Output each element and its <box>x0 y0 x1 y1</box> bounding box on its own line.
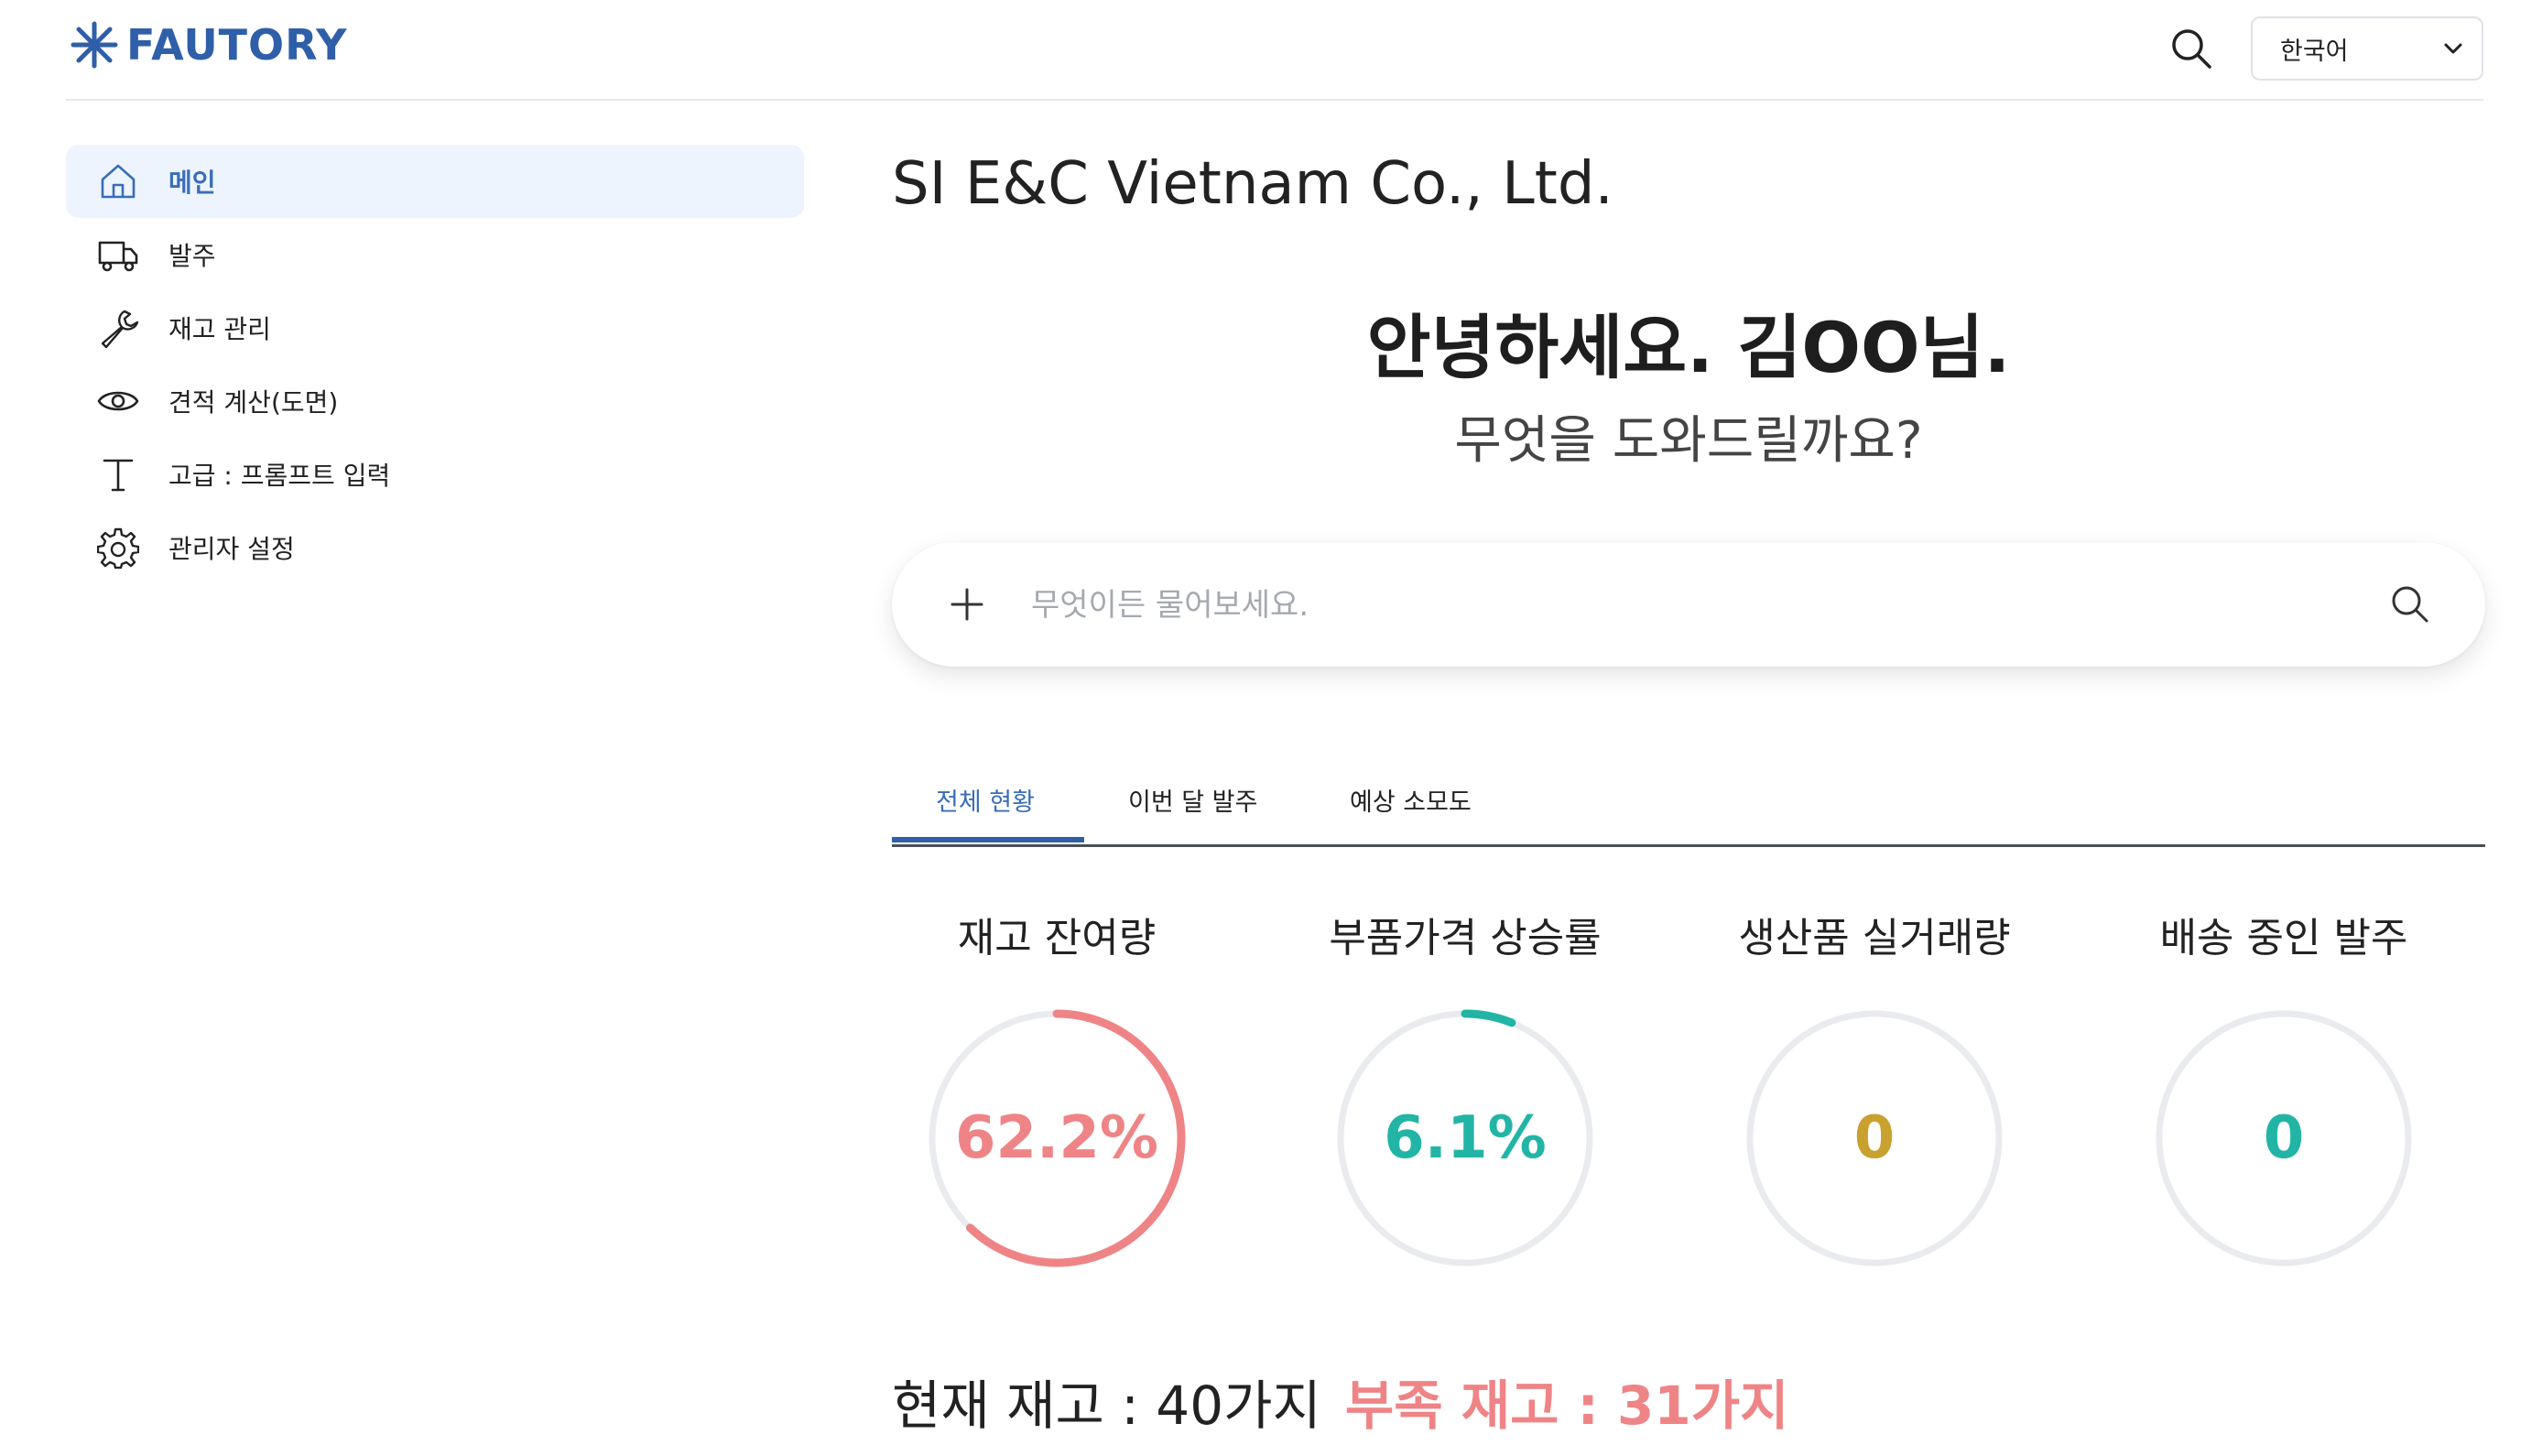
sidebar-item-admin[interactable]: 관리자 설정 <box>66 511 804 584</box>
sidebar-item-label: 재고 관리 <box>168 314 271 344</box>
stat-inventory-remaining: 재고 잔여량 62.2% <box>892 905 1222 1271</box>
brand-logo[interactable]: FAUTORY <box>70 20 347 70</box>
asterisk-logo-icon <box>71 21 118 69</box>
gear-icon <box>97 527 139 569</box>
ask-bar <box>892 542 2485 667</box>
current-inventory: 현재 재고 : 40가지 <box>892 1375 1321 1437</box>
tab-monthly-orders[interactable]: 이번 달 발주 <box>1128 782 1257 818</box>
shortage-inventory: 부족 재고 : 31가지 <box>1344 1375 1789 1437</box>
search-icon[interactable] <box>2388 582 2432 626</box>
sidebar-item-label: 관리자 설정 <box>168 534 295 564</box>
stat-product-trade-volume: 생산품 실거래량 0 <box>1710 905 2039 1271</box>
home-icon <box>101 164 136 199</box>
sidebar: 메인 발주 재고 관리 견적 계산(도면) 고급: 프롬프트 입력 관리자 설… <box>66 145 804 584</box>
sidebar-item-main[interactable]: 메인 <box>66 145 804 218</box>
wrench-icon <box>101 310 139 349</box>
stat-title: 부품가격 상승률 <box>1329 915 1602 962</box>
stat-value: 0 <box>2263 1104 2305 1172</box>
stat-price-increase: 부품가격 상승률 6.1% <box>1300 905 1630 1271</box>
stat-title: 배송 중인 발주 <box>2159 915 2408 962</box>
text-icon <box>103 459 134 492</box>
inventory-summary: 현재 재고 : 40가지 부족 재고 : 31가지 <box>892 1363 1788 1440</box>
stat-value: 6.1% <box>1384 1104 1547 1172</box>
sidebar-item-label: 견적 계산(도면) <box>168 387 339 418</box>
language-value: 한국어 <box>2280 37 2349 66</box>
plus-icon[interactable] <box>945 582 989 626</box>
tab-bar: 전체 현황 이번 달 발주 예상 소모도 <box>892 758 2485 847</box>
chevron-down-icon <box>2444 43 2462 54</box>
tab-expected-consumption[interactable]: 예상 소모도 <box>1350 782 1472 818</box>
stat-title: 생산품 실거래량 <box>1738 915 2011 962</box>
stat-value: 0 <box>1853 1104 1896 1172</box>
tab-overview[interactable]: 전체 현황 <box>936 782 1035 818</box>
tab-active-indicator <box>892 837 1084 842</box>
stat-orders-in-delivery: 배송 중인 발주 0 <box>2119 905 2449 1271</box>
top-header: FAUTORY 한국어 <box>66 0 2483 101</box>
sidebar-item-inventory[interactable]: 재고 관리 <box>66 291 804 364</box>
truck-icon <box>98 241 138 272</box>
sidebar-item-label: 메인 <box>168 168 216 198</box>
language-select[interactable]: 한국어 <box>2251 16 2483 81</box>
brand-name: FAUTORY <box>126 20 348 70</box>
sidebar-item-estimate[interactable]: 견적 계산(도면) <box>66 364 804 438</box>
sidebar-item-prompt[interactable]: 고급 : 프롬프트 입력 <box>66 438 804 511</box>
company-name: SI E&C Vietnam Co., Ltd. <box>892 150 1613 218</box>
stat-value: 62.2% <box>954 1104 1159 1172</box>
greeting-title: 안녕하세요. 김OO님. <box>1366 307 2011 388</box>
ask-input[interactable] <box>1029 570 2315 641</box>
eye-icon <box>97 391 139 411</box>
sidebar-item-order[interactable]: 발주 <box>66 218 804 291</box>
sidebar-item-label: 고급 : 프롬프트 입력 <box>168 461 391 491</box>
sidebar-item-label: 발주 <box>168 241 216 271</box>
stats-row: 재고 잔여량 62.2% 부품가격 상승률 6.1% 생산품 실거래량 0 배송… <box>892 905 2485 1381</box>
search-icon[interactable] <box>2168 26 2214 71</box>
stat-title: 재고 잔여량 <box>957 915 1157 962</box>
greeting-subtitle: 무엇을 도와드릴까요? <box>1454 411 1923 471</box>
